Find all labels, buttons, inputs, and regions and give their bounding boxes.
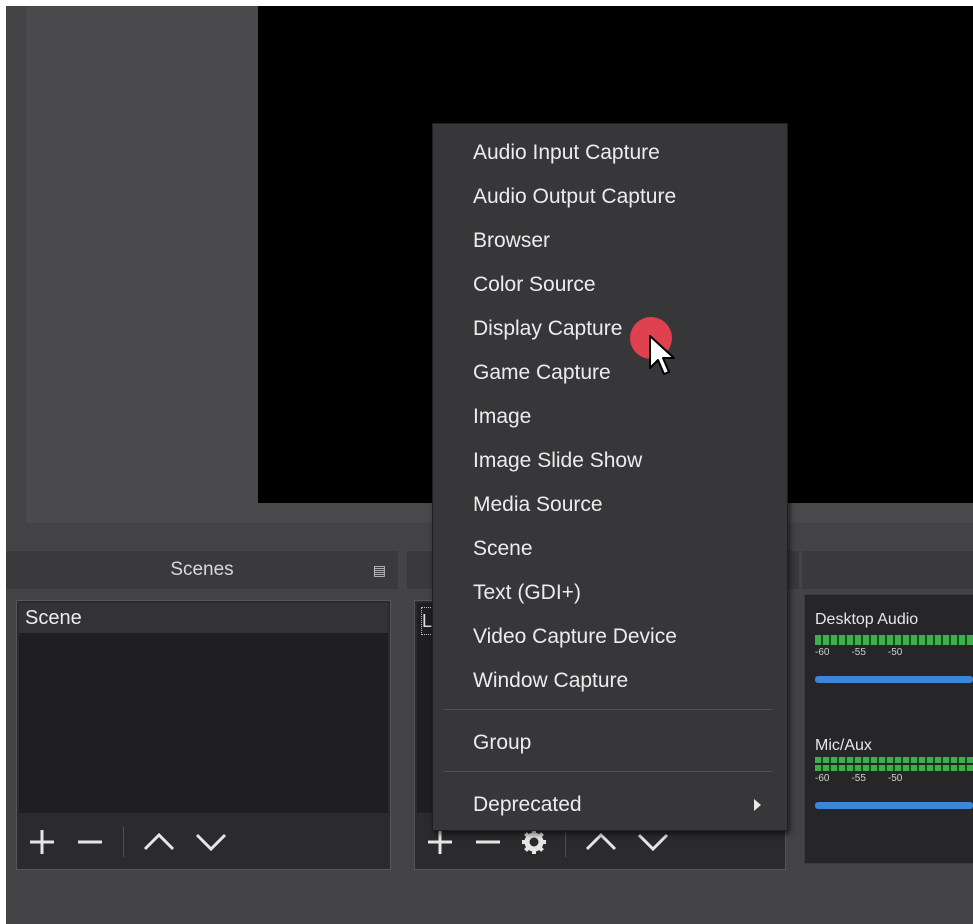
scale-label: -55 (851, 647, 866, 658)
menu-item-color-source[interactable]: Color Source (433, 266, 787, 304)
plus-icon[interactable] (425, 827, 455, 857)
toolbar-divider (565, 827, 566, 857)
volume-slider[interactable] (815, 676, 973, 683)
scene-list-item[interactable]: Scene (19, 603, 388, 633)
scenes-dock-title: Scenes ▤ (6, 551, 398, 589)
menu-item-audio-output-capture[interactable]: Audio Output Capture (433, 178, 787, 216)
menu-item-image[interactable]: Image (433, 398, 787, 436)
volume-meter (815, 765, 973, 771)
menu-item-media-source[interactable]: Media Source (433, 486, 787, 524)
menu-item-group[interactable]: Group (433, 724, 787, 762)
scale-label: -55 (851, 773, 866, 784)
chevron-down-icon[interactable] (194, 827, 228, 857)
scale-label: -60 (815, 773, 830, 784)
meter-scale: -60 -55 -50 (815, 647, 973, 658)
volume-meter (815, 757, 973, 763)
menu-item-display-capture[interactable]: Display Capture (433, 310, 787, 348)
gear-icon[interactable] (521, 829, 547, 855)
minus-icon[interactable] (75, 827, 105, 857)
menu-item-deprecated-label: Deprecated (473, 793, 582, 816)
scenes-dock-title-text: Scenes (170, 559, 234, 580)
channel-name: Mic/Aux (815, 737, 872, 754)
menu-item-video-capture-device[interactable]: Video Capture Device (433, 618, 787, 656)
menu-item-deprecated[interactable]: Deprecated (433, 786, 787, 824)
minus-icon[interactable] (473, 827, 503, 857)
scenes-panel: Scene (16, 600, 391, 870)
mixer-dock-title (802, 551, 973, 589)
scale-label: -50 (887, 773, 903, 784)
volume-meter (815, 635, 973, 645)
chevron-down-icon[interactable] (636, 827, 670, 857)
mixer-channel-mic-aux: Mic/Aux -60 -55 -50 (815, 737, 973, 809)
menu-item-browser[interactable]: Browser (433, 222, 787, 260)
menu-item-audio-input-capture[interactable]: Audio Input Capture (433, 134, 787, 172)
scale-label: -60 (815, 647, 830, 658)
toolbar-divider (123, 827, 124, 857)
chevron-up-icon[interactable] (584, 827, 618, 857)
mouse-cursor-icon (649, 335, 675, 375)
menu-item-scene[interactable]: Scene (433, 530, 787, 568)
mixer-channel-desktop-audio: Desktop Audio -60 -55 -50 (815, 611, 973, 683)
menu-separator (443, 771, 773, 772)
menu-item-game-capture[interactable]: Game Capture (433, 354, 787, 392)
plus-icon[interactable] (27, 827, 57, 857)
audio-mixer: Desktop Audio -60 -55 -50 Mic/Aux -60 -5… (804, 594, 973, 864)
scene-list: Scene (19, 603, 388, 813)
menu-separator (443, 709, 773, 710)
scenes-toolbar (17, 815, 390, 869)
submenu-arrow-icon (754, 799, 761, 811)
menu-item-image-slide-show[interactable]: Image Slide Show (433, 442, 787, 480)
menu-item-window-capture[interactable]: Window Capture (433, 662, 787, 700)
float-dock-icon[interactable]: ▤ (373, 562, 386, 579)
add-source-context-menu: Audio Input Capture Audio Output Capture… (432, 123, 788, 831)
chevron-up-icon[interactable] (142, 827, 176, 857)
scale-label: -50 (887, 647, 903, 658)
menu-item-text-gdi[interactable]: Text (GDI+) (433, 574, 787, 612)
meter-scale: -60 -55 -50 (815, 773, 973, 784)
channel-name: Desktop Audio (815, 611, 919, 628)
volume-slider[interactable] (815, 802, 973, 809)
